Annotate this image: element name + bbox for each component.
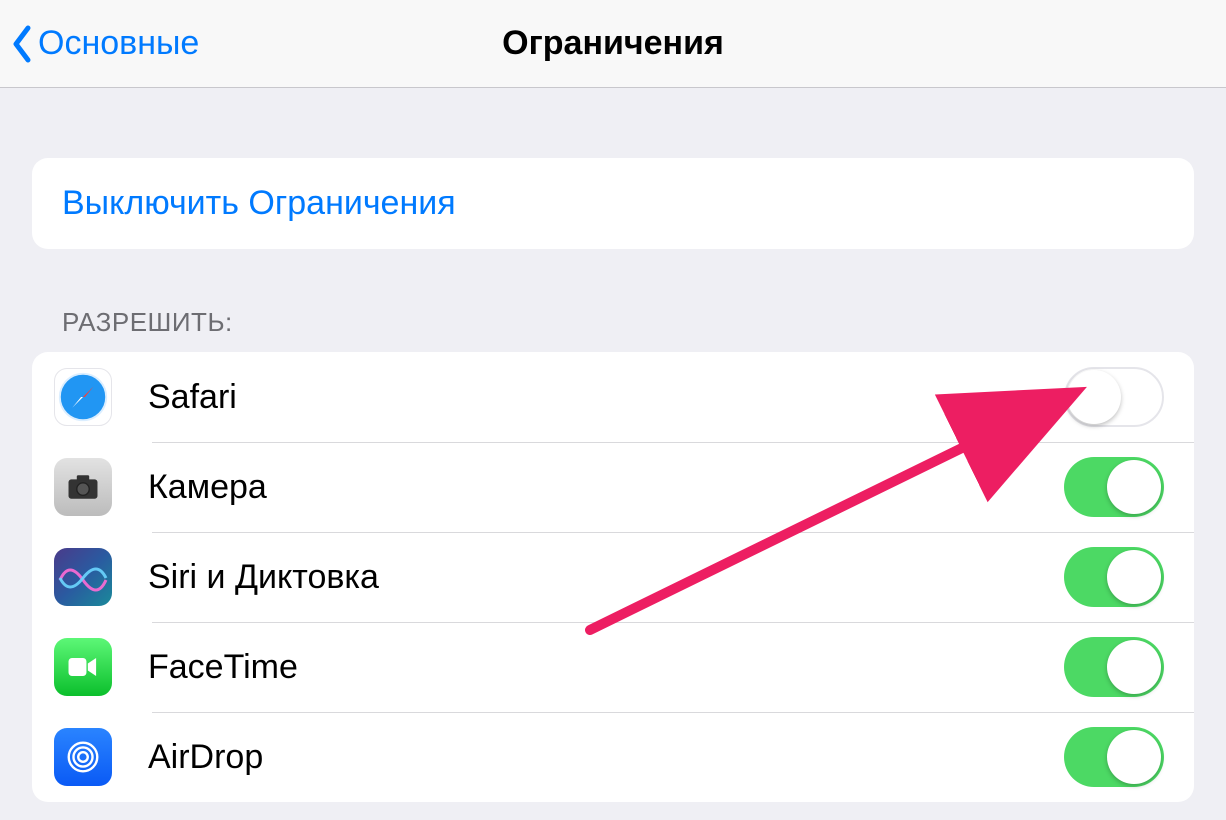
row-camera: Камера [32,442,1194,532]
row-label: FaceTime [148,648,1064,687]
chevron-left-icon [10,24,34,64]
allow-list: Safari Камера Siri и Ди [32,352,1194,802]
airdrop-icon [54,728,112,786]
row-siri: Siri и Диктовка [32,532,1194,622]
toggle-facetime[interactable] [1064,637,1164,697]
row-label: Камера [148,468,1064,507]
siri-icon [54,548,112,606]
row-label: Siri и Диктовка [148,558,1064,597]
row-label: Safari [148,378,1064,417]
back-button[interactable]: Основные [10,24,199,64]
nav-bar: Основные Ограничения [0,0,1226,88]
row-label: AirDrop [148,738,1064,777]
toggle-airdrop[interactable] [1064,727,1164,787]
camera-icon [54,458,112,516]
safari-icon [54,368,112,426]
row-airdrop: AirDrop [32,712,1194,802]
section-header-allow: РАЗРЕШИТЬ: [62,307,1194,338]
row-safari: Safari [32,352,1194,442]
disable-restrictions-card: Выключить Ограничения [32,158,1194,249]
disable-restrictions-label: Выключить Ограничения [62,184,456,222]
toggle-siri[interactable] [1064,547,1164,607]
facetime-icon [54,638,112,696]
toggle-safari[interactable] [1064,367,1164,427]
disable-restrictions-row[interactable]: Выключить Ограничения [32,158,1194,249]
toggle-camera[interactable] [1064,457,1164,517]
back-label: Основные [38,24,199,63]
row-facetime: FaceTime [32,622,1194,712]
